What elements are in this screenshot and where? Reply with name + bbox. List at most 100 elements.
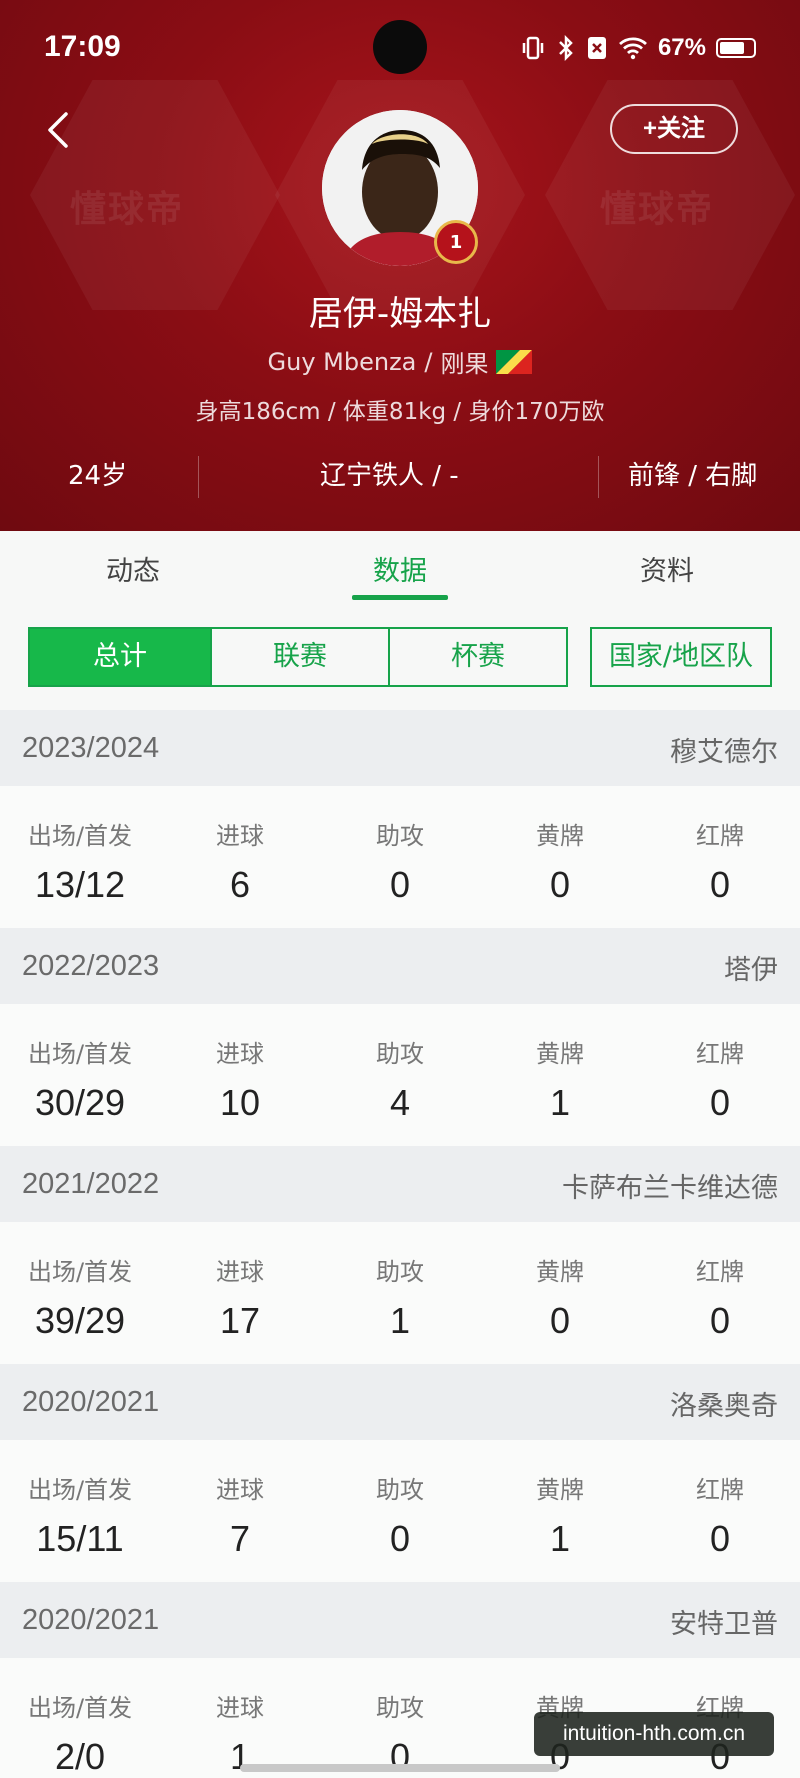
season-header: 2021/2022 卡萨布兰卡维达德 [0,1146,800,1222]
vibrate-icon [522,36,544,60]
player-nationality: 刚果 [440,350,489,378]
stat-value: 17 [219,1300,261,1341]
stat-label: 红牌 [696,1258,744,1286]
status-icons: 67% [520,34,756,62]
stat-label: 出场/首发 [27,822,133,850]
stat-label: 红牌 [696,822,744,850]
tab-profile[interactable]: 资料 [592,549,742,588]
stat-label: 助攻 [376,1040,424,1068]
sim-off-icon [587,37,606,59]
stat-value: 1 [389,1300,411,1341]
filter-league[interactable]: 联赛 [210,629,388,685]
stat-value: 13/12 [34,864,126,905]
season-club[interactable]: 安特卫普 [670,1602,778,1641]
player-physical-info: 身高186cm / 体重81kg / 身价170万欧 [195,399,605,425]
season-year: 2022/2023 [22,950,160,982]
season-stats-row: 出场/首发 13/12 进球 6 助攻 0 黄牌 0 红牌 0 [0,786,800,928]
season-header: 2020/2021 安特卫普 [0,1582,800,1658]
stat-label: 黄牌 [536,1040,584,1068]
stat-label: 进球 [216,1040,264,1068]
stat-value: 7 [229,1518,251,1559]
player-meta-row: 24岁 辽宁铁人 / - 前锋 / 右脚 [0,452,800,500]
watermark-logo: 懂球帝 [70,189,185,230]
season-stats-row: 出场/首发 30/29 进球 10 助攻 4 黄牌 1 红牌 0 [0,1004,800,1146]
stat-label: 进球 [216,1476,264,1504]
back-arrow-icon[interactable] [40,108,80,152]
wifi-icon [618,37,647,60]
stat-value: 0 [549,864,571,905]
site-watermark: intuition-hth.com.cn [534,1712,774,1756]
stat-value: 1 [549,1082,571,1123]
season-stats-row: 出场/首发 15/11 进球 7 助攻 0 黄牌 1 红牌 0 [0,1440,800,1582]
stat-label: 出场/首发 [27,1040,133,1068]
player-age: 24岁 [68,461,128,491]
stat-value: 0 [709,1300,731,1341]
stat-value: 2/0 [54,1736,106,1777]
status-time: 17:09 [44,30,121,63]
stat-label: 进球 [216,1258,264,1286]
stat-value: 10 [219,1082,261,1123]
stat-label: 出场/首发 [27,1694,133,1722]
stat-value: 4 [389,1082,411,1123]
season-club[interactable]: 穆艾德尔 [670,730,778,769]
season-year: 2020/2021 [22,1386,160,1418]
stat-label: 助攻 [376,1476,424,1504]
stat-label: 进球 [216,822,264,850]
player-name: 居伊-姆本扎 [308,294,492,334]
season-header: 2022/2023 塔伊 [0,928,800,1004]
section-tabs: 动态 数据 资料 [0,531,800,603]
stat-value: 0 [389,1518,411,1559]
stat-label: 黄牌 [536,1476,584,1504]
camera-cutout [373,20,427,74]
stat-value: 0 [709,864,731,905]
stat-value: 0 [389,864,411,905]
player-header: 懂球帝 懂球帝 17:09 67% +关注 1 居伊-姆本扎 Guy Mbenz… [0,0,800,531]
stat-label: 红牌 [696,1476,744,1504]
season-club[interactable]: 洛桑奥奇 [670,1384,778,1423]
stat-value: 39/29 [34,1300,126,1341]
season-header: 2023/2024 穆艾德尔 [0,710,800,786]
player-subtitle: Guy Mbenza / 刚果 [0,344,800,379]
stat-label: 助攻 [376,1258,424,1286]
filter-total[interactable]: 总计 [30,629,210,685]
stat-value: 1 [549,1518,571,1559]
season-header: 2020/2021 洛桑奥奇 [0,1364,800,1440]
season-club[interactable]: 塔伊 [724,948,778,987]
bluetooth-icon [559,35,573,61]
player-club[interactable]: 辽宁铁人 / - [320,452,459,500]
club-badge-icon: 1 [434,220,478,264]
stat-label: 助攻 [376,1694,424,1722]
divider [598,456,599,498]
home-indicator[interactable] [240,1764,560,1772]
status-bar: 17:09 67% [0,0,800,100]
filter-national-team[interactable]: 国家/地区队 [590,627,772,687]
stat-label: 黄牌 [536,1258,584,1286]
player-english-name: Guy Mbenza [267,347,417,376]
stat-value: 0 [709,1082,731,1123]
stat-label: 红牌 [696,1040,744,1068]
divider [198,456,199,498]
battery-percent: 67% [657,34,706,61]
stat-value: 30/29 [34,1082,126,1123]
competition-filter: 总计 联赛 杯赛 [28,627,568,687]
stat-label: 出场/首发 [27,1258,133,1286]
tab-news[interactable]: 动态 [58,549,208,588]
watermark-logo: 懂球帝 [600,189,715,230]
filter-cup[interactable]: 杯赛 [388,629,566,685]
stat-label: 黄牌 [536,822,584,850]
follow-button[interactable]: +关注 [610,104,738,154]
season-year: 2020/2021 [22,1604,160,1636]
tab-data[interactable]: 数据 [325,549,475,588]
stat-value: 15/11 [36,1518,124,1559]
stat-label: 进球 [216,1694,264,1722]
stat-value: 0 [709,1518,731,1559]
season-club[interactable]: 卡萨布兰卡维达德 [562,1166,778,1205]
stat-label: 助攻 [376,822,424,850]
stat-label: 出场/首发 [27,1476,133,1504]
season-stats-row: 出场/首发 39/29 进球 17 助攻 1 黄牌 0 红牌 0 [0,1222,800,1364]
active-tab-indicator [352,595,448,600]
stat-value: 0 [549,1300,571,1341]
stat-value: 6 [229,864,251,905]
season-year: 2021/2022 [22,1168,160,1200]
congo-flag-icon [496,349,533,374]
